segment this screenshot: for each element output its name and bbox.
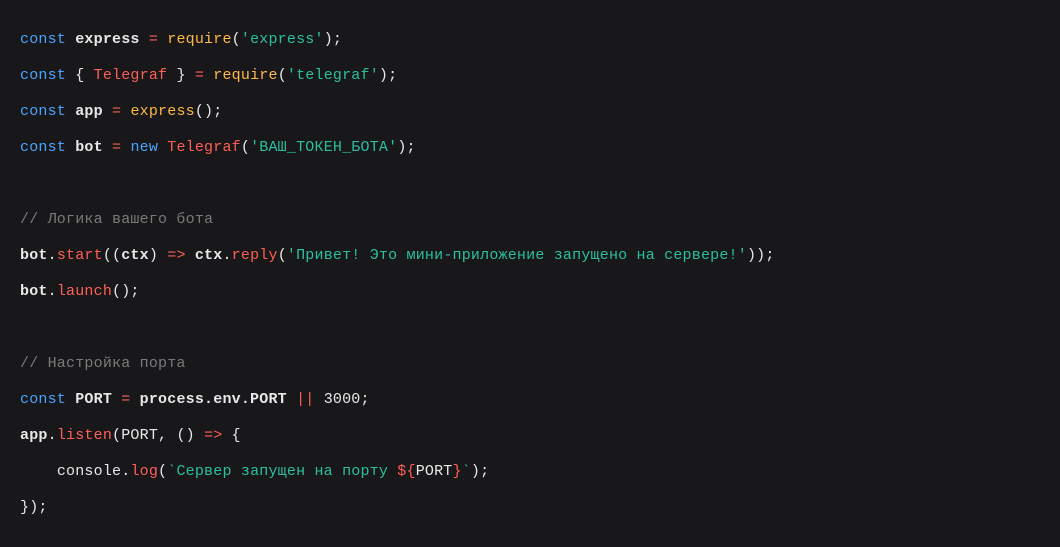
- identifier: express: [75, 31, 139, 48]
- punct: ();: [195, 103, 223, 120]
- arg: ctx: [121, 247, 149, 264]
- arg: PORT: [121, 427, 158, 444]
- interp-open: ${: [397, 463, 415, 480]
- keyword-const: const: [20, 103, 66, 120]
- arrow: =>: [167, 247, 185, 264]
- expr: process.env.PORT: [130, 391, 296, 408]
- obj: console: [57, 463, 121, 480]
- punct: }: [167, 67, 195, 84]
- code-line-10: // Настройка порта: [20, 355, 186, 372]
- code-line-11: const PORT = process.env.PORT || 3000;: [20, 391, 370, 408]
- punct: (: [112, 427, 121, 444]
- punct: });: [20, 499, 48, 516]
- punct: (: [278, 247, 287, 264]
- code-line-4: const bot = new Telegraf('ВАШ_ТОКЕН_БОТА…: [20, 139, 416, 156]
- punct: (: [232, 31, 241, 48]
- space: [314, 391, 323, 408]
- punct: .: [48, 283, 57, 300]
- punct: (: [278, 67, 287, 84]
- obj: ctx: [186, 247, 223, 264]
- punct: {: [75, 67, 93, 84]
- punct: .: [48, 427, 57, 444]
- punct: ;: [361, 391, 370, 408]
- classname: Telegraf: [167, 139, 241, 156]
- punct: );: [379, 67, 397, 84]
- code-line-7: bot.start((ctx) => ctx.reply('Привет! Эт…: [20, 247, 775, 264]
- punct: (: [158, 463, 167, 480]
- arrow: =>: [204, 427, 222, 444]
- punct: {: [222, 427, 240, 444]
- fn-call: express: [130, 103, 194, 120]
- comment: // Настройка порта: [20, 355, 186, 372]
- punct: (: [241, 139, 250, 156]
- obj: bot: [20, 247, 48, 264]
- keyword-const: const: [20, 67, 66, 84]
- string: 'express': [241, 31, 324, 48]
- keyword-new: new: [130, 139, 158, 156]
- punct: );: [397, 139, 415, 156]
- var: PORT: [416, 463, 453, 480]
- punct: , (): [158, 427, 204, 444]
- operator-or: ||: [296, 391, 314, 408]
- code-line-14: });: [20, 499, 48, 516]
- punct: );: [324, 31, 342, 48]
- template-text: Сервер запущен на порту: [176, 463, 397, 480]
- code-line-3: const app = express();: [20, 103, 222, 120]
- number: 3000: [324, 391, 361, 408]
- backtick: `: [462, 463, 471, 480]
- method: start: [57, 247, 103, 264]
- obj: app: [20, 427, 48, 444]
- indent: [20, 463, 57, 480]
- operator-eq: =: [195, 67, 204, 84]
- keyword-const: const: [20, 139, 66, 156]
- code-block[interactable]: const express = require('express'); cons…: [0, 0, 1060, 547]
- method: log: [130, 463, 158, 480]
- classname: Telegraf: [94, 67, 168, 84]
- punct: ();: [112, 283, 140, 300]
- code-line-6: // Логика вашего бота: [20, 211, 213, 228]
- keyword-const: const: [20, 31, 66, 48]
- operator-eq: =: [112, 139, 121, 156]
- punct: ));: [747, 247, 775, 264]
- string: 'ВАШ_ТОКЕН_БОТА': [250, 139, 397, 156]
- comment: // Логика вашего бота: [20, 211, 213, 228]
- method: reply: [232, 247, 278, 264]
- punct: );: [471, 463, 489, 480]
- punct: ((: [103, 247, 121, 264]
- method: launch: [57, 283, 112, 300]
- identifier: bot: [75, 139, 103, 156]
- fn-require: require: [167, 31, 231, 48]
- punct: .: [48, 247, 57, 264]
- keyword-const: const: [20, 391, 66, 408]
- string: 'telegraf': [287, 67, 379, 84]
- code-line-2: const { Telegraf } = require('telegraf')…: [20, 67, 397, 84]
- operator-eq: =: [112, 103, 121, 120]
- interp-close: }: [453, 463, 462, 480]
- identifier: PORT: [75, 391, 112, 408]
- code-line-13: console.log(`Сервер запущен на порту ${P…: [20, 463, 489, 480]
- method: listen: [57, 427, 112, 444]
- punct: .: [222, 247, 231, 264]
- code-line-1: const express = require('express');: [20, 31, 342, 48]
- punct: ): [149, 247, 167, 264]
- fn-require: require: [213, 67, 277, 84]
- identifier: app: [75, 103, 103, 120]
- operator-eq: =: [149, 31, 158, 48]
- string: 'Привет! Это мини-приложение запущено на…: [287, 247, 747, 264]
- code-line-12: app.listen(PORT, () => {: [20, 427, 241, 444]
- code-line-8: bot.launch();: [20, 283, 140, 300]
- obj: bot: [20, 283, 48, 300]
